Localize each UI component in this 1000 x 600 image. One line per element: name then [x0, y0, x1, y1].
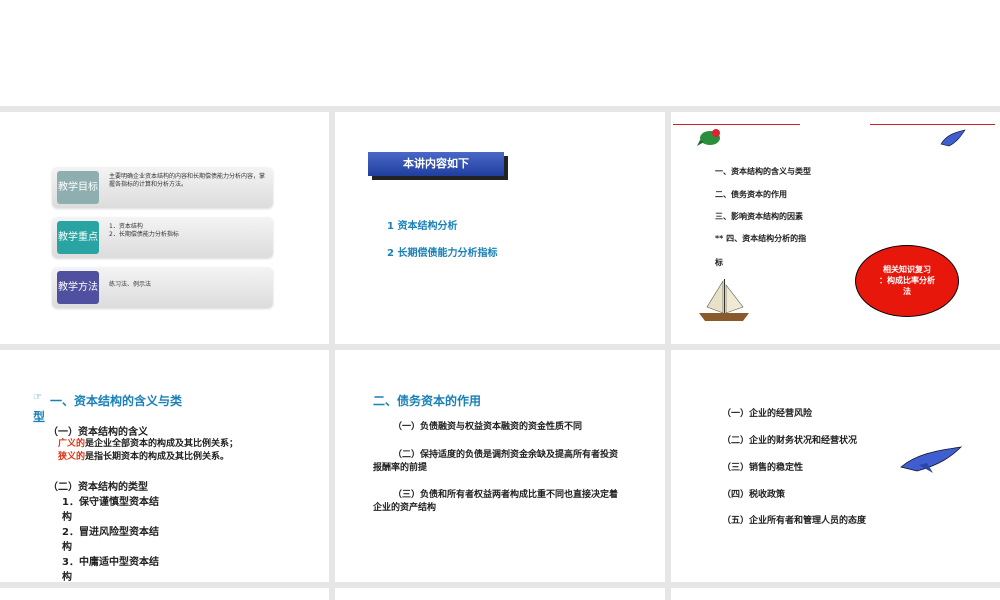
topic-1: 一、资本结构的含义与类型	[715, 167, 811, 176]
topic-3: 三、影响资本结构的因素	[715, 212, 803, 221]
method-row: 教学方法 练习法、例示法	[52, 267, 273, 308]
method-tag: 教学方法	[57, 271, 99, 304]
parrot-icon	[697, 129, 720, 146]
slide-thumbnail-2[interactable]: 本讲内容如下 1 资本结构分析 2 长期偿债能力分析指标	[335, 112, 665, 344]
factor-4: （四）税收政策	[722, 490, 786, 500]
toc-item-2: 2 长期偿债能力分析指标	[387, 248, 498, 259]
banner-title: 本讲内容如下	[368, 152, 504, 176]
slide4-title-cont: 型	[33, 410, 46, 424]
type-2-cont: 构	[62, 542, 72, 553]
slide-thumbnail-8-edge	[335, 588, 665, 600]
slide-thumbnail-6[interactable]: （一）企业的经营风险 （二）企业的财务状况和经营状况 （三）销售的稳定性 （四）…	[671, 350, 1000, 582]
bird-icon	[940, 129, 966, 147]
type-3-cont: 构	[62, 572, 72, 582]
objective-row: 教学目标 主要明确企业资本结构的内容和长期偿债能力分析内容，掌握各指标的计算和分…	[52, 167, 273, 208]
content-banner: 本讲内容如下	[368, 152, 508, 180]
slide-thumbnail-7-edge	[0, 588, 329, 600]
type-1-cont: 构	[62, 512, 72, 523]
slide-thumbnail-9-edge	[671, 588, 1000, 600]
slide-thumbnail-5[interactable]: 二、债务资本的作用 （一）负债融资与权益资本融资的资金性质不同 （二）保持适度的…	[335, 350, 665, 582]
divider-line-right	[870, 124, 995, 125]
key-points-row: 教学重点 1．资本结构 2．长期偿债能力分析指标	[52, 217, 273, 258]
debt-role-3: （三）负债和所有者权益两者构成比重不同也直接决定着企业的资产结构	[373, 490, 619, 513]
review-cloud: 相关知识复习 ：构成比率分析 法	[852, 242, 962, 320]
objective-text: 主要明确企业资本结构的内容和长期偿债能力分析内容，掌握各指标的计算和分析方法。	[109, 173, 266, 188]
bird-icon	[900, 446, 963, 473]
top-toolbar-area	[0, 0, 1000, 106]
topic-4-cont: 标	[715, 258, 723, 267]
slide-thumbnail-1[interactable]: 教学目标 主要明确企业资本结构的内容和长期偿债能力分析内容，掌握各指标的计算和分…	[0, 112, 329, 344]
factor-3: （三）销售的稳定性	[722, 463, 804, 473]
topic-4: ** 四、资本结构分析的指	[715, 234, 807, 243]
topic-2: 二、债务资本的作用	[715, 190, 787, 199]
slide-thumbnail-3[interactable]: 一、资本结构的含义与类型 二、债务资本的作用 三、影响资本结构的因素 ** 四、…	[671, 112, 1000, 344]
definition-narrow: 狭义的是指长期资本的构成及其比例关系。	[58, 452, 230, 462]
debt-role-1: （一）负债融资与权益资本融资的资金性质不同	[393, 422, 583, 432]
subheading-types: （二）资本结构的类型	[48, 482, 148, 493]
type-2: 2．冒进风险型资本结	[62, 527, 159, 538]
type-3: 3．中庸适中型资本结	[62, 557, 159, 568]
definition-broad: 广义的是企业全部资本的构成及其比例关系；	[58, 439, 239, 449]
sailboat-icon	[699, 279, 749, 321]
key-points-text: 1．资本结构 2．长期偿债能力分析指标	[109, 223, 179, 238]
divider-line-left	[673, 124, 800, 125]
method-text: 练习法、例示法	[109, 281, 152, 288]
cloud-label: 相关知识复习 ：构成比率分析 法	[879, 265, 935, 296]
factor-2: （二）企业的财务状况和经营状况	[722, 436, 858, 446]
toc-item-1: 1 资本结构分析	[387, 221, 458, 232]
slide4-title: 一、资本结构的含义与类	[50, 394, 183, 408]
objective-tag: 教学目标	[57, 171, 99, 204]
slide5-title: 二、债务资本的作用	[373, 394, 482, 408]
debt-role-2: （二）保持适度的负债是调剂资金余缺及提高所有者投资报酬率的前提	[373, 450, 619, 473]
pointer-icon: ☞	[33, 392, 42, 403]
factor-1: （一）企业的经营风险	[722, 409, 813, 419]
slide-thumbnail-4[interactable]: ☞ 一、资本结构的含义与类 型 （一）资本结构的含义 广义的是企业全部资本的构成…	[0, 350, 329, 582]
type-1: 1．保守谨慎型资本结	[62, 497, 159, 508]
factor-5: （五）企业所有者和管理人员的态度	[722, 516, 867, 526]
key-points-tag: 教学重点	[57, 221, 99, 254]
